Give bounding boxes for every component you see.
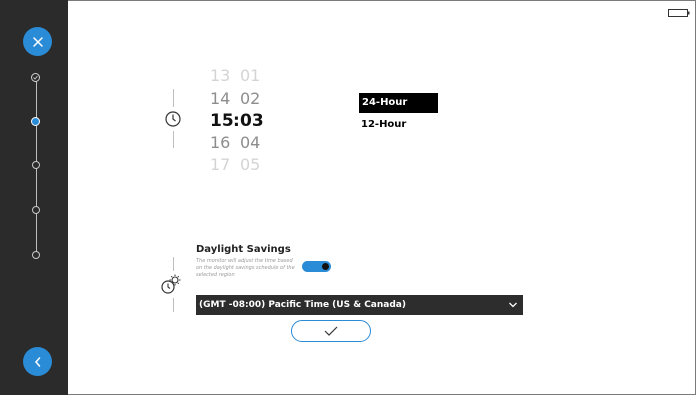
step-1-complete <box>31 73 40 82</box>
sidebar <box>0 0 68 395</box>
clock-icon <box>165 111 181 127</box>
format-24-hour-option[interactable]: 24-Hour <box>359 93 438 113</box>
hour-option[interactable]: 16 <box>210 133 230 152</box>
daylight-savings-description: The monitor will adjust the time based o… <box>196 258 296 279</box>
minute-option[interactable]: 05 <box>240 155 260 174</box>
minute-option[interactable]: 02 <box>240 89 260 108</box>
minute-option[interactable]: 04 <box>240 133 260 152</box>
minute-option[interactable]: 01 <box>240 66 260 85</box>
dst-divider-bottom <box>173 298 174 312</box>
step-2-current <box>31 117 40 126</box>
checkmark-icon <box>324 326 338 336</box>
daylight-savings-title: Daylight Savings <box>196 244 291 255</box>
format-12-hour-option[interactable]: 12-Hour <box>359 115 408 135</box>
dst-desc-line-2: on the daylight savings schedule of the … <box>196 265 295 278</box>
daylight-savings-toggle[interactable] <box>302 261 331 272</box>
dst-divider-top <box>173 257 174 271</box>
battery-icon <box>668 9 690 17</box>
chevron-left-icon <box>34 356 40 367</box>
chevron-down-icon <box>509 302 517 308</box>
step-3 <box>32 161 40 169</box>
close-button[interactable] <box>23 27 52 56</box>
check-icon <box>33 75 38 80</box>
back-button[interactable] <box>23 347 52 376</box>
time-separator: : <box>233 111 240 131</box>
step-5 <box>32 251 40 259</box>
toggle-knob <box>322 263 329 270</box>
close-icon <box>32 36 43 47</box>
hour-option[interactable]: 14 <box>210 89 230 108</box>
hour-option[interactable]: 13 <box>210 66 230 85</box>
minute-selected[interactable]: 03 <box>240 111 264 131</box>
time-divider-top <box>173 89 174 107</box>
hour-option[interactable]: 17 <box>210 155 230 174</box>
timezone-selected-value: (GMT -08:00) Pacific Time (US & Canada) <box>199 300 406 310</box>
time-divider-bottom <box>173 131 174 148</box>
confirm-button[interactable] <box>291 320 371 342</box>
sun-clock-icon <box>161 274 181 294</box>
hour-selected[interactable]: 15 <box>210 111 234 131</box>
timezone-select[interactable]: (GMT -08:00) Pacific Time (US & Canada) <box>196 295 523 315</box>
step-4 <box>32 206 40 214</box>
dst-desc-line-1: The monitor will adjust the time based <box>196 258 293 264</box>
